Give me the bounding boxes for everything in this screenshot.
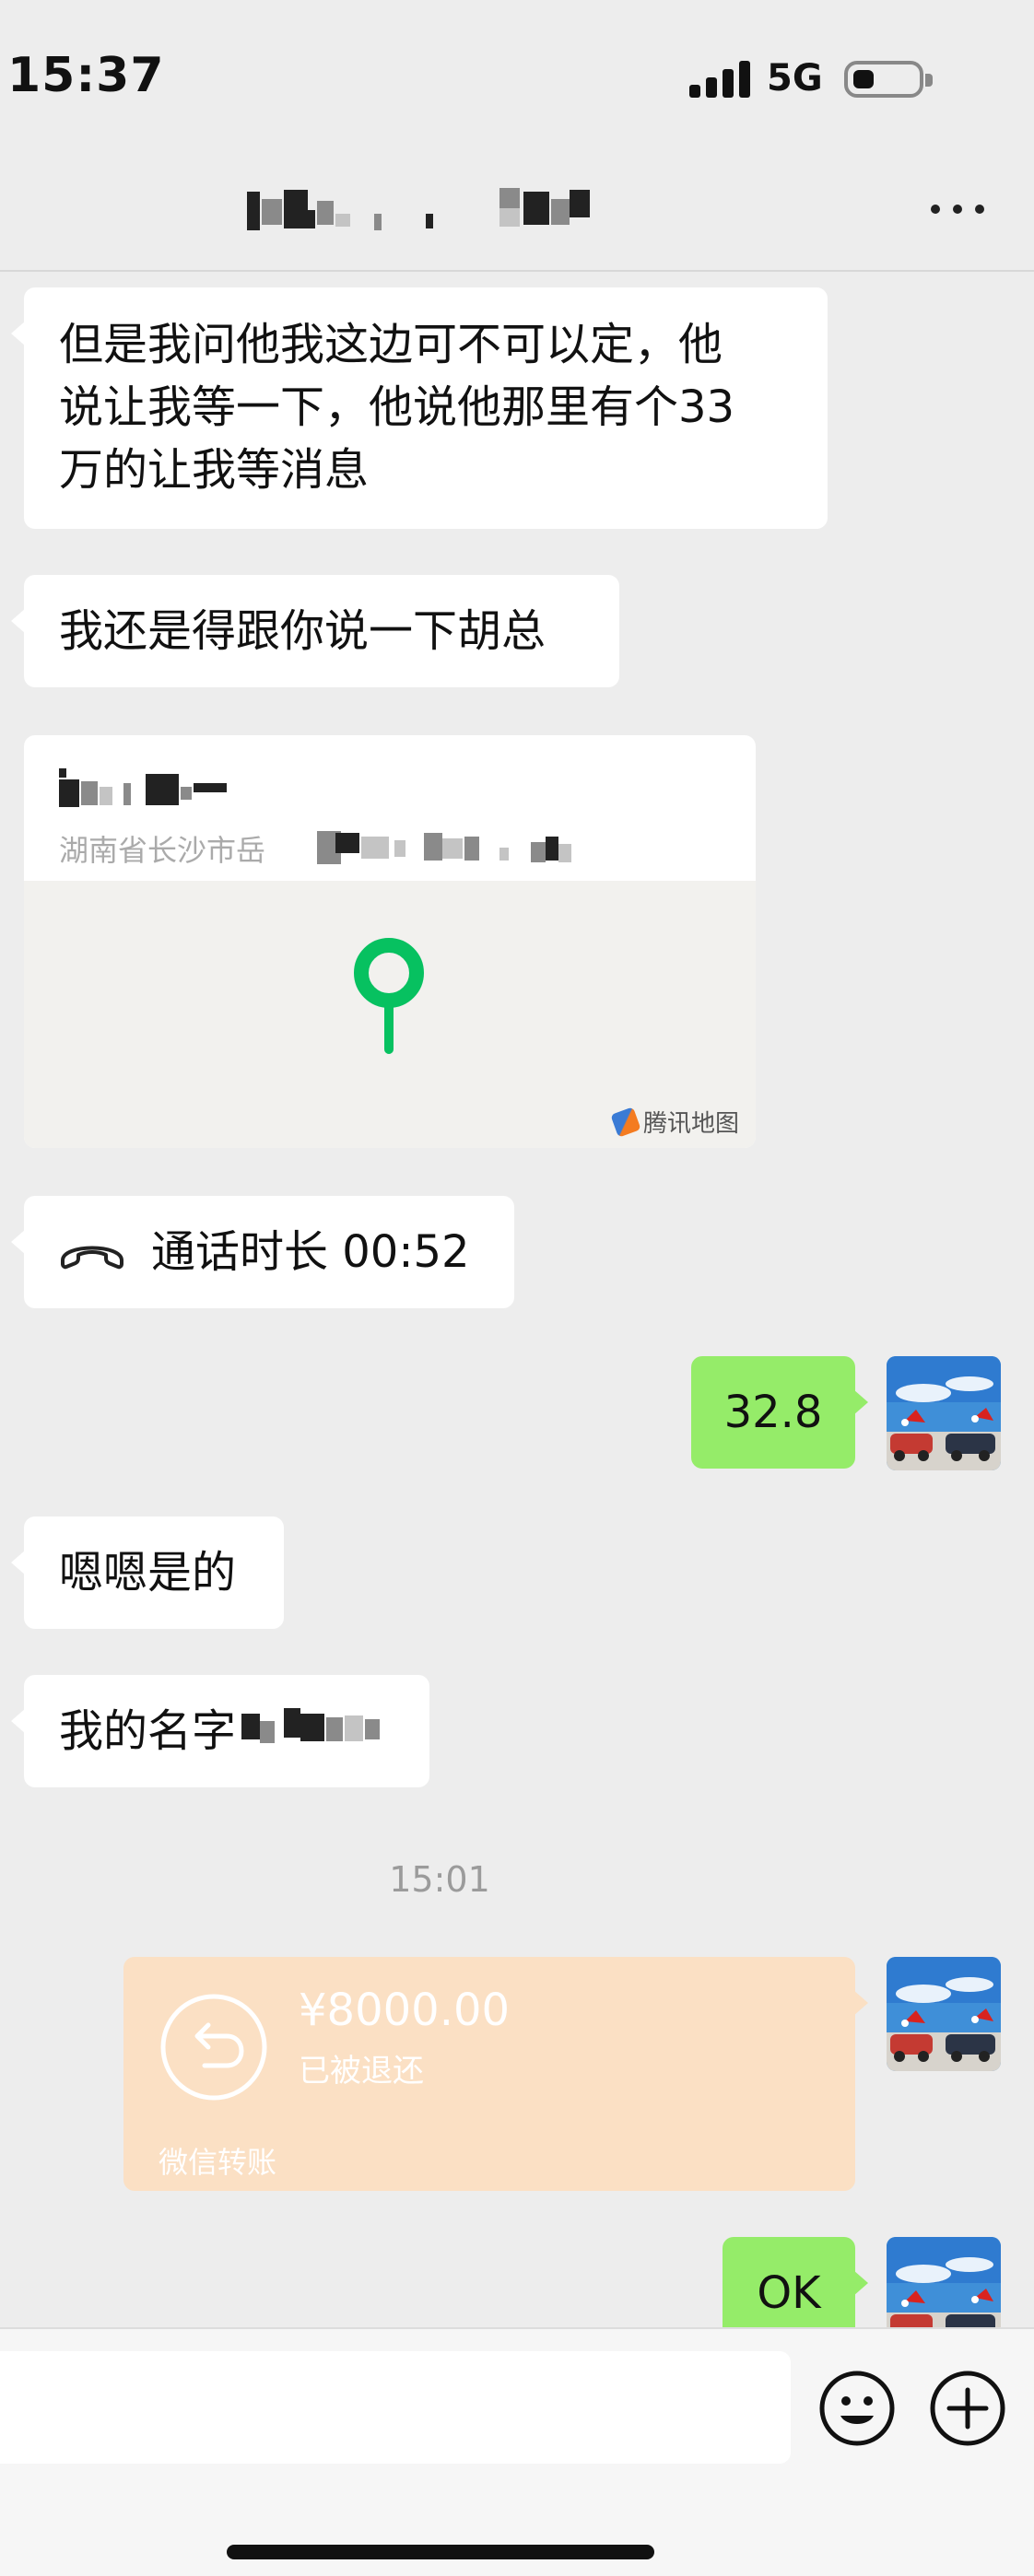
tencent-map-logo-icon	[610, 1106, 641, 1138]
phone-hangup-icon	[61, 1246, 123, 1270]
message-text: 我的名字	[59, 1705, 237, 1757]
message-bubble-received[interactable]: 我的名字	[11, 1675, 429, 1787]
message-bubble-received[interactable]: 但是我问他我这边可不可以定，他 说让我等一下，他说他那里有个33 万的让我等消息	[11, 287, 828, 529]
message-text: 32.8	[723, 1387, 823, 1438]
call-duration-text: 通话时长 00:52	[151, 1226, 470, 1278]
transfer-label: 微信转账	[159, 2145, 277, 2180]
message-input[interactable]	[0, 2351, 791, 2464]
message-text-line: 万的让我等消息	[59, 444, 370, 496]
location-map-preview[interactable]: 腾讯地图	[24, 881, 756, 1148]
battery-icon	[844, 61, 933, 98]
call-record-bubble[interactable]: 通话时长 00:52	[11, 1196, 514, 1308]
location-address-redacted	[317, 827, 575, 868]
message-text-line: 说让我等一下，他说他那里有个33	[59, 381, 735, 433]
map-pin-icon	[354, 938, 424, 1054]
transfer-status: 已被退还	[299, 2053, 424, 2090]
more-dots-icon[interactable]	[925, 195, 990, 223]
avatar-image	[887, 1957, 1001, 2071]
message-bubble-received[interactable]: 嗯嗯是的	[11, 1516, 284, 1629]
message-text: 我还是得跟你说一下胡总	[59, 605, 546, 657]
signal-strength-icon	[689, 61, 750, 98]
message-bubble-sent[interactable]: 32.8	[691, 1356, 868, 1469]
map-provider: 腾讯地图	[610, 1105, 739, 1139]
map-provider-name: 腾讯地图	[642, 1110, 739, 1138]
emoji-icon[interactable]	[818, 2370, 896, 2447]
status-time: 15:37	[7, 48, 165, 103]
input-bar	[0, 2327, 1034, 2576]
my-avatar[interactable]	[887, 1356, 1001, 1470]
plus-icon[interactable]	[929, 2370, 1006, 2447]
home-indicator[interactable]	[227, 2545, 654, 2559]
network-type: 5G	[767, 57, 823, 100]
return-arrow-icon	[160, 1994, 267, 2101]
transfer-card[interactable]: ¥8000.00 已被退还 微信转账	[123, 1957, 868, 2191]
my-avatar[interactable]	[887, 1957, 1001, 2071]
location-address: 湖南省长沙市岳	[59, 833, 266, 868]
message-text: 嗯嗯是的	[59, 1547, 237, 1598]
message-text: OK	[757, 2267, 821, 2319]
location-title-redacted	[59, 763, 280, 816]
avatar-image	[887, 1356, 1001, 1470]
status-bar: 15:37 5G	[0, 0, 1034, 147]
location-card[interactable]: 湖南省长沙市岳 腾讯地图	[24, 735, 756, 1148]
chat-header	[0, 147, 1034, 272]
message-text-redacted	[241, 1703, 407, 1758]
chat-title-redacted	[241, 186, 629, 236]
message-text-line: 但是我问他我这边可不可以定，他	[59, 319, 723, 370]
message-bubble-received[interactable]: 我还是得跟你说一下胡总	[11, 575, 619, 687]
transfer-amount: ¥8000.00	[299, 1985, 511, 2036]
message-timestamp: 15:01	[389, 1859, 490, 1900]
